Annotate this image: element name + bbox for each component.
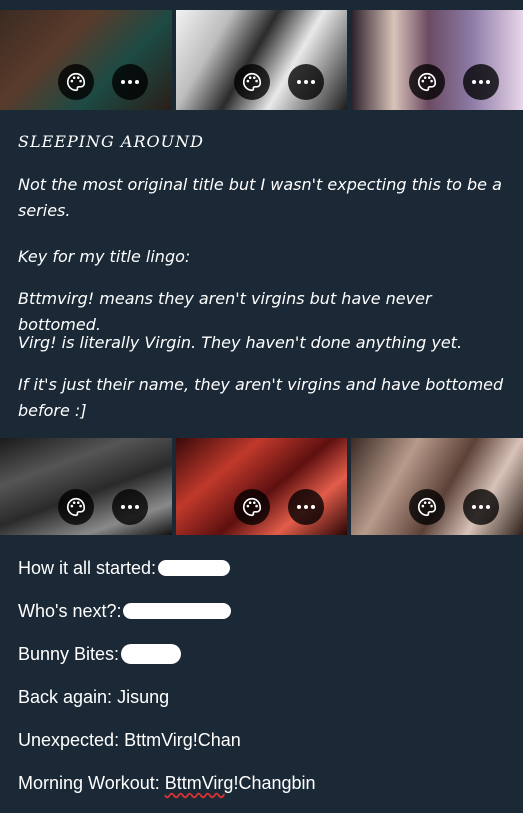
list-item-value-spellcheck: BttmVirg [164, 773, 234, 793]
image-row-2 [0, 438, 523, 535]
list-item-label: Morning Workout: [18, 773, 160, 793]
redacted-value [123, 603, 232, 619]
palette-button[interactable] [233, 489, 270, 525]
post-heading: SLEEPING AROUND [18, 132, 204, 151]
palette-button[interactable] [58, 489, 94, 525]
image-tile[interactable] [351, 438, 523, 535]
list-item[interactable]: Morning Workout: BttmVirg !Changbin [18, 770, 316, 813]
more-button[interactable] [287, 489, 324, 525]
more-options-icon [472, 80, 491, 84]
list-item[interactable]: Back again: Jisung [18, 684, 316, 727]
redacted-value [158, 560, 231, 576]
list-item[interactable]: Bunny Bites: [18, 641, 316, 684]
paragraph-key: Key for my title lingo: [18, 247, 191, 266]
paragraph-intro: Not the most original title but I wasn't… [18, 175, 502, 220]
palette-button[interactable] [58, 64, 94, 100]
palette-button[interactable] [409, 64, 446, 100]
list-item-label: Bunny Bites: [18, 644, 120, 664]
palette-button[interactable] [409, 489, 446, 525]
palette-icon [418, 497, 437, 517]
more-button[interactable] [463, 64, 500, 100]
list-item-value: BttmVirg!Chan [124, 730, 241, 750]
redacted-value [121, 644, 182, 664]
palette-icon [67, 497, 86, 517]
list-item[interactable]: How it all started: [18, 555, 316, 598]
palette-icon [242, 72, 261, 92]
palette-icon [242, 497, 261, 517]
paragraph-virg: Virg! is literally Virgin. They haven't … [18, 333, 463, 352]
list-item-value: Jisung [117, 687, 170, 707]
list-item-label: Back again: [18, 687, 113, 707]
more-options-icon [296, 80, 315, 84]
list-item-label: How it all started: [18, 558, 157, 578]
paragraph-name-only: If it's just their name, they aren't vir… [18, 375, 504, 420]
image-tile[interactable] [0, 10, 172, 110]
more-button[interactable] [112, 489, 148, 525]
palette-button[interactable] [233, 64, 270, 100]
more-options-icon [296, 505, 315, 509]
image-tile[interactable] [175, 10, 348, 110]
list-item-label: Who's next?: [18, 601, 122, 621]
list-item-value: !Changbin [233, 773, 316, 793]
image-row-1 [0, 10, 523, 110]
more-button[interactable] [287, 64, 324, 100]
top-edge [0, 0, 523, 10]
more-button[interactable] [112, 64, 148, 100]
image-tile[interactable] [0, 438, 172, 535]
story-list: How it all started: Who's next?: Bunny B… [18, 555, 316, 813]
image-tile[interactable] [351, 10, 523, 110]
more-options-icon [472, 505, 491, 509]
more-options-icon [121, 80, 139, 84]
list-item-label: Unexpected: [18, 730, 120, 750]
list-item[interactable]: Unexpected: BttmVirg!Chan [18, 727, 316, 770]
palette-icon [67, 72, 86, 92]
more-button[interactable] [463, 489, 500, 525]
more-options-icon [121, 505, 139, 509]
list-item[interactable]: Who's next?: [18, 598, 316, 641]
palette-icon [418, 72, 437, 92]
image-tile[interactable] [175, 438, 348, 535]
